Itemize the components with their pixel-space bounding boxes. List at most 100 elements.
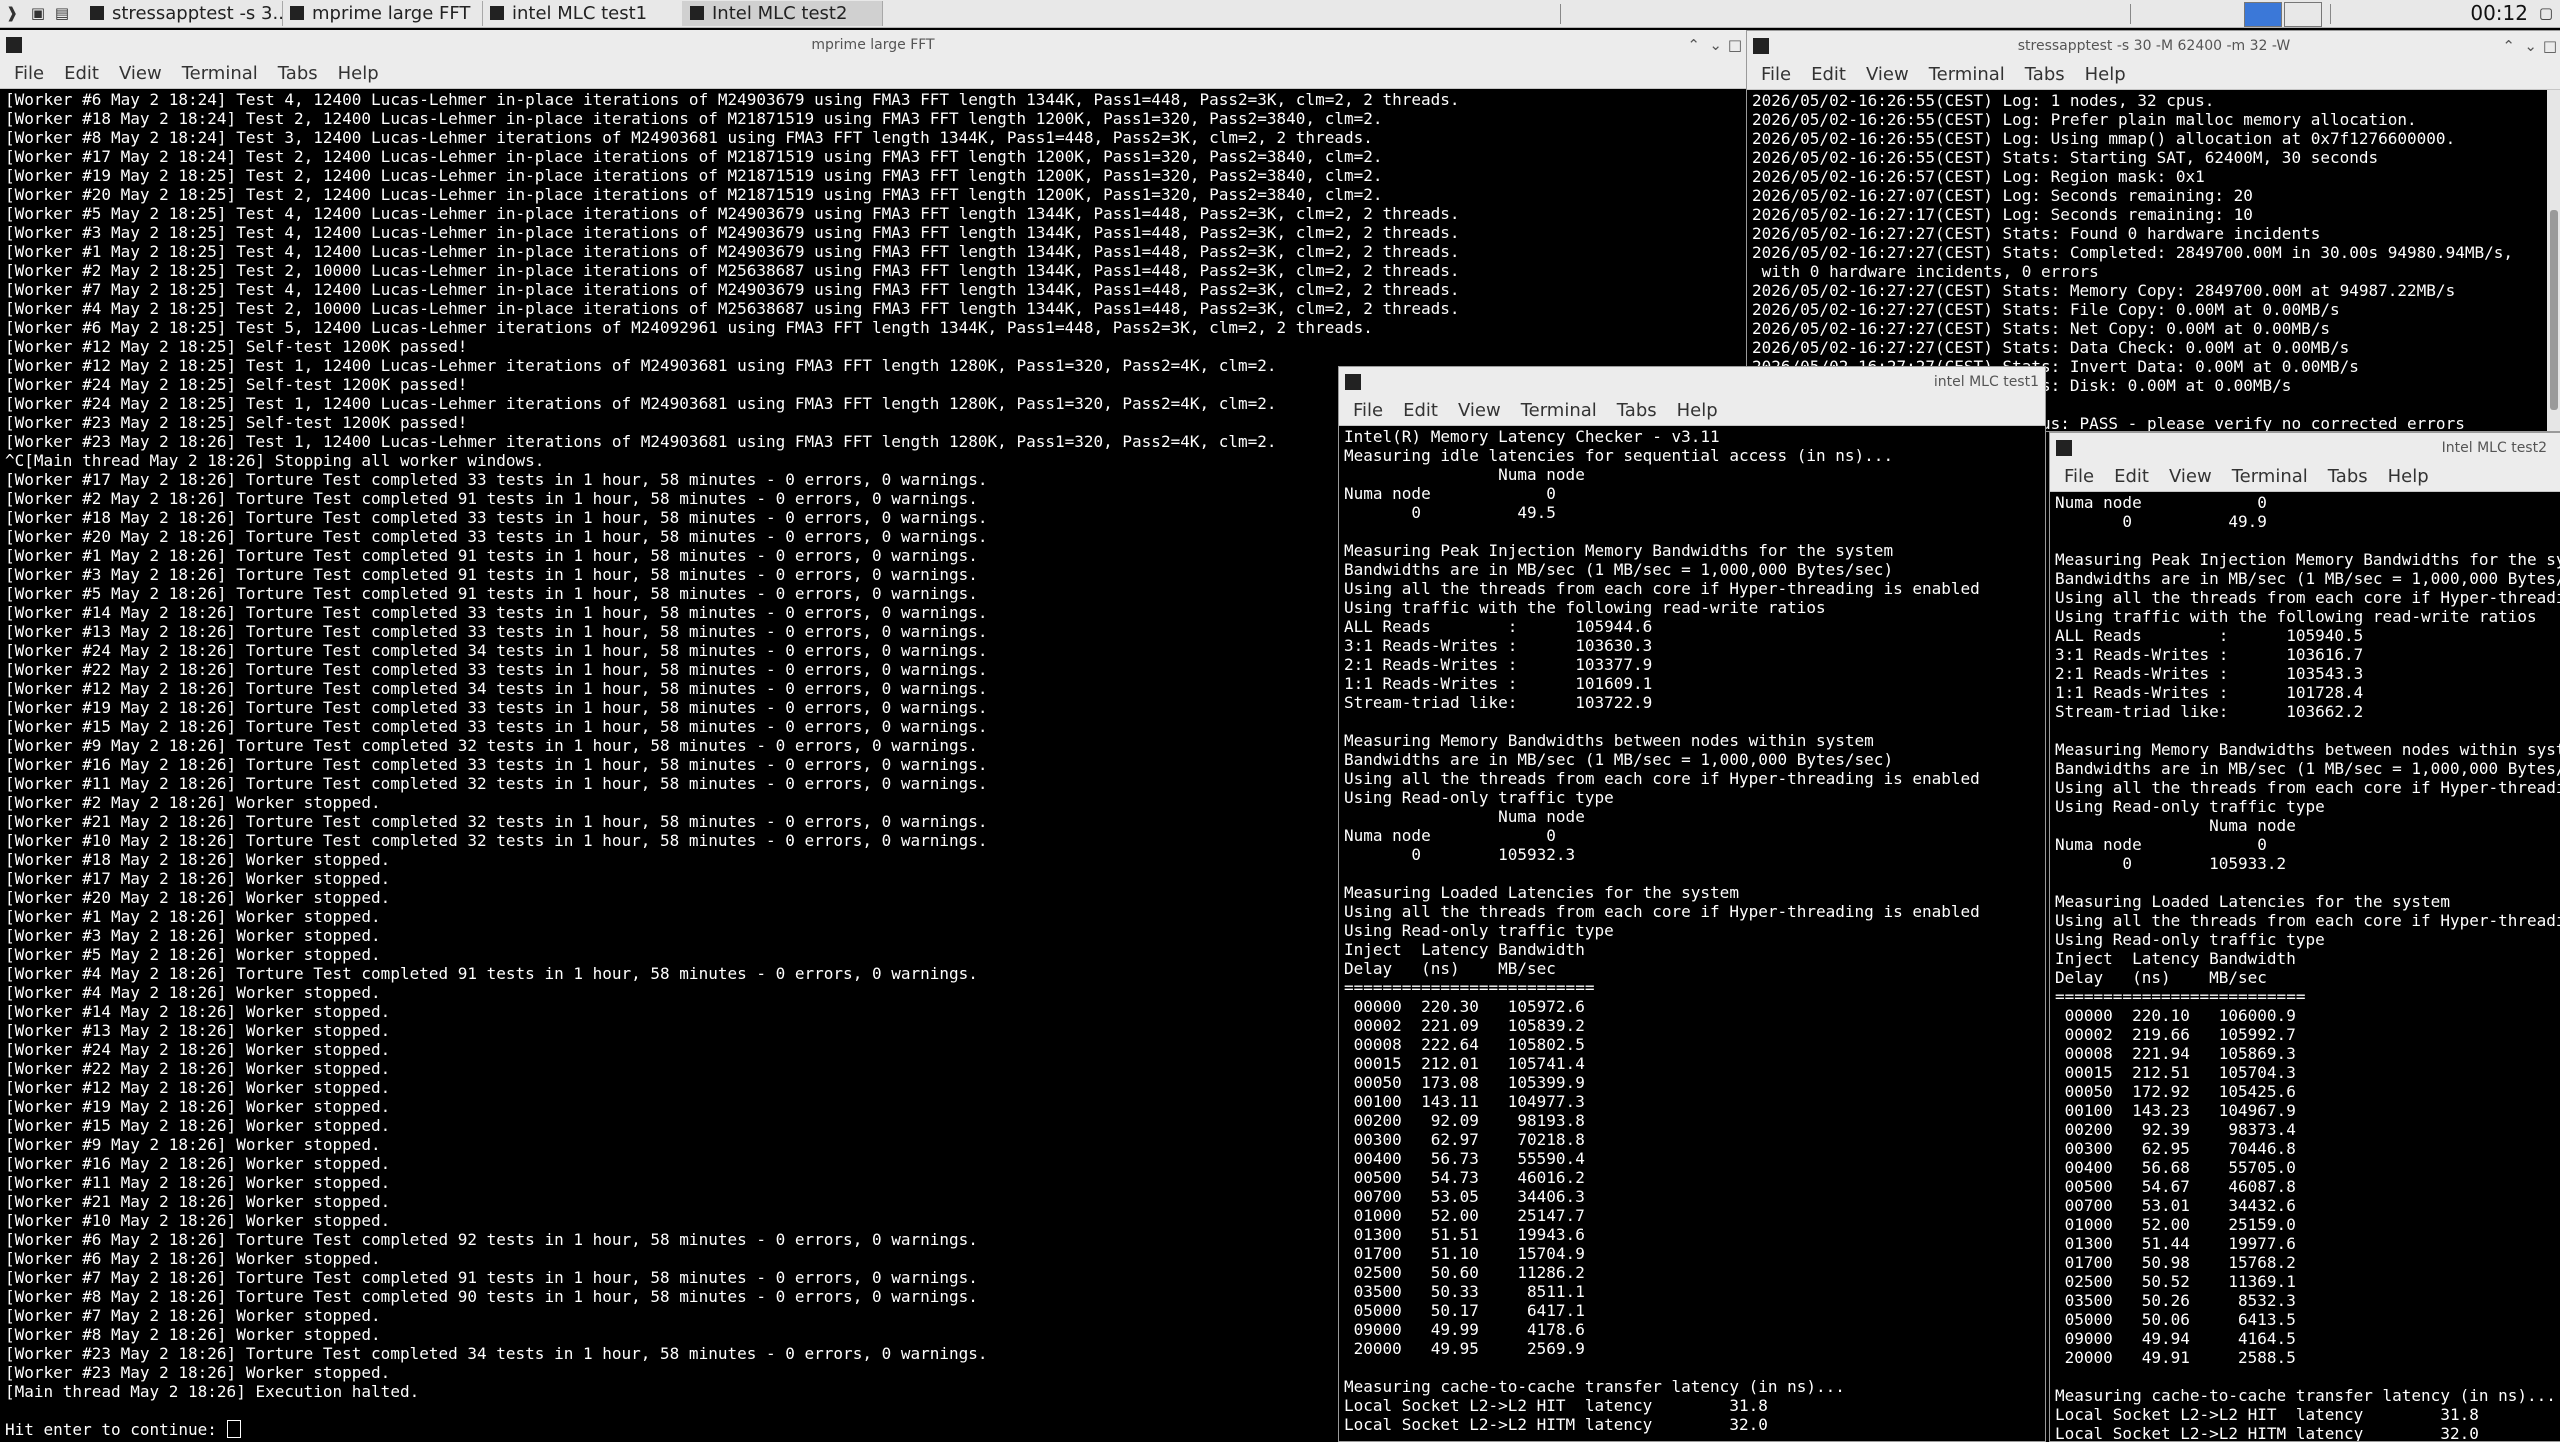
terminal-line: Measuring Peak Injection Memory Bandwidt… (1344, 541, 1894, 560)
terminal-line: Local Socket L2->L2 HITM latency 32.0 (2055, 1424, 2479, 1441)
close-icon[interactable]: □ (2543, 36, 2557, 56)
title-bar[interactable]: stressapptest -s 30 -M 62400 -m 32 -W ⌃ … (1747, 31, 2560, 61)
terminal-line: Inject Latency Bandwidth (1344, 940, 1585, 959)
title-bar[interactable]: Intel MLC test2 (2050, 433, 2560, 463)
menu-help[interactable]: Help (338, 63, 379, 84)
menu-file[interactable]: File (14, 63, 44, 84)
terminal-line: 01300 51.44 19977.6 (2055, 1234, 2296, 1253)
terminal-line: Measuring Loaded Latencies for the syste… (2055, 892, 2450, 911)
menu-tabs[interactable]: Tabs (2328, 466, 2368, 487)
terminal-icon (490, 6, 504, 20)
terminal-line: 00200 92.39 98373.4 (2055, 1120, 2296, 1139)
workspace-2[interactable] (2284, 2, 2322, 27)
menu-help[interactable]: Help (1677, 400, 1718, 421)
terminal-line: Using traffic with the following read-wr… (1344, 598, 1826, 617)
menu-edit[interactable]: Edit (1811, 64, 1846, 85)
menu-edit[interactable]: Edit (64, 63, 99, 84)
terminal-line: [Worker #2 May 2 18:25] Test 2, 10000 Lu… (5, 261, 1460, 280)
workspace-1[interactable] (2244, 2, 2282, 27)
menu-terminal[interactable]: Terminal (1521, 400, 1597, 421)
terminal-line: [Worker #18 May 2 18:24] Test 2, 12400 L… (5, 109, 1383, 128)
minimize-icon[interactable]: ⌃ (1687, 35, 1700, 55)
minimize-icon[interactable]: ⌃ (2502, 36, 2515, 56)
task-mprime[interactable]: mprime large FFT (282, 1, 483, 26)
menu-file[interactable]: File (1353, 400, 1383, 421)
terminal-line: Using all the threads from each core if … (2055, 911, 2560, 930)
window-mlc-test1: intel MLC test1 File Edit View Terminal Tabs… (1338, 366, 2046, 1442)
terminal-launcher-icon[interactable]: ❱ (2, 3, 22, 23)
clock: 00:12 (2470, 1, 2528, 25)
terminal-icon (690, 6, 704, 20)
menu-edit[interactable]: Edit (1403, 400, 1438, 421)
window-title: mprime large FFT (811, 37, 935, 53)
terminal-line: 0 49.9 (2055, 512, 2267, 531)
terminal-line: Using traffic with the following read-wr… (2055, 607, 2537, 626)
menu-view[interactable]: View (1866, 64, 1909, 85)
scrollbar-thumb[interactable] (2550, 210, 2558, 410)
terminal-line: Numa node 0 (2055, 835, 2267, 854)
maximize-icon[interactable]: ⌄ (1709, 35, 1722, 55)
terminal-line: [Worker #17 May 2 18:24] Test 2, 12400 L… (5, 147, 1383, 166)
terminal-line: 01700 51.10 15704.9 (1344, 1244, 1585, 1263)
terminal-line: [Worker #20 May 2 18:25] Test 2, 12400 L… (5, 185, 1383, 204)
terminal-line: 2026/05/02-16:26:57(CEST) Log: Region ma… (1752, 167, 2205, 186)
menu-file[interactable]: File (1761, 64, 1791, 85)
terminal-line: 01000 52.00 25159.0 (2055, 1215, 2296, 1234)
terminal-line: Stream-triad like: 103722.9 (1344, 693, 1653, 712)
menu-terminal[interactable]: Terminal (1929, 64, 2005, 85)
menu-tabs[interactable]: Tabs (278, 63, 318, 84)
battery-icon[interactable]: ▢ (2536, 3, 2556, 23)
terminal-line: with 0 hardware incidents, 0 errors (1752, 262, 2099, 281)
terminal-output[interactable]: Numa node 0 0 49.9 Measuring Peak Inject… (2055, 493, 2560, 1441)
terminal-line: 3:1 Reads-Writes : 103630.3 (1344, 636, 1653, 655)
terminal-line: Using Read-only traffic type (1344, 921, 1614, 940)
close-icon[interactable]: □ (1728, 35, 1742, 55)
task-mlc-test2[interactable]: Intel MLC test2 (682, 1, 883, 26)
taskbar-separator (1560, 4, 1561, 24)
terminal-line: ========================== (1344, 978, 1595, 997)
terminal-line: 03500 50.26 8532.3 (2055, 1291, 2296, 1310)
terminal-line: 00700 53.01 34432.6 (2055, 1196, 2296, 1215)
menu-tabs[interactable]: Tabs (1617, 400, 1657, 421)
terminal-line: 00400 56.68 55705.0 (2055, 1158, 2296, 1177)
text-cursor (226, 1420, 241, 1438)
menu-tabs[interactable]: Tabs (2025, 64, 2065, 85)
terminal-line: 2026/05/02-16:27:27(CEST) Stats: Data Ch… (1752, 338, 2350, 357)
menu-bar: File Edit View Terminal Tabs Help (0, 60, 1746, 89)
menu-terminal[interactable]: Terminal (182, 63, 258, 84)
menu-bar: File Edit View Terminal Tabs Help (1747, 61, 2560, 90)
menu-edit[interactable]: Edit (2114, 466, 2149, 487)
terminal-line: Stream-triad like: 103662.2 (2055, 702, 2364, 721)
menu-file[interactable]: File (2064, 466, 2094, 487)
task-stressapptest[interactable]: stressapptest -s 3... (82, 1, 283, 26)
menu-terminal[interactable]: Terminal (2232, 466, 2308, 487)
terminal-line: 00200 92.09 98193.8 (1344, 1111, 1585, 1130)
scrollbar[interactable] (2547, 90, 2560, 431)
title-bar[interactable]: mprime large FFT ⌃ ⌄ □ (0, 30, 1746, 60)
show-desktop-icon[interactable]: ▣ (28, 3, 48, 23)
app-menu-icon[interactable]: ▤ (52, 3, 72, 23)
terminal-line: 0 105932.3 (1344, 845, 1576, 864)
terminal-output[interactable]: Intel(R) Memory Latency Checker - v3.11 M… (1344, 427, 2045, 1441)
terminal-line: Measuring cache-to-cache transfer latenc… (2055, 1386, 2556, 1405)
terminal-line: Measuring Memory Bandwidths between node… (2055, 740, 2560, 759)
menu-view[interactable]: View (119, 63, 162, 84)
terminal-line: Numa node (1344, 807, 1585, 826)
title-bar[interactable]: intel MLC test1 (1339, 367, 2045, 397)
menu-view[interactable]: View (1458, 400, 1501, 421)
terminal-line: Bandwidths are in MB/sec (1 MB/sec = 1,0… (1344, 750, 1894, 769)
terminal-line: [Worker #7 May 2 18:25] Test 4, 12400 Lu… (5, 280, 1460, 299)
task-mlc-test1[interactable]: intel MLC test1 (482, 1, 683, 26)
terminal-line: 3:1 Reads-Writes : 103616.7 (2055, 645, 2364, 664)
menu-view[interactable]: View (2169, 466, 2212, 487)
terminal-line: Measuring cache-to-cache transfer latenc… (1344, 1377, 1845, 1396)
terminal-line: 00050 172.92 105425.6 (2055, 1082, 2296, 1101)
terminal-line: Intel(R) Memory Latency Checker - v3.11 (1344, 427, 1720, 446)
terminal-line: Measuring Peak Injection Memory Bandwidt… (2055, 550, 2560, 569)
terminal-line: Using Read-only traffic type (2055, 930, 2325, 949)
menu-help[interactable]: Help (2085, 64, 2126, 85)
menu-help[interactable]: Help (2388, 466, 2429, 487)
maximize-icon[interactable]: ⌄ (2524, 36, 2537, 56)
